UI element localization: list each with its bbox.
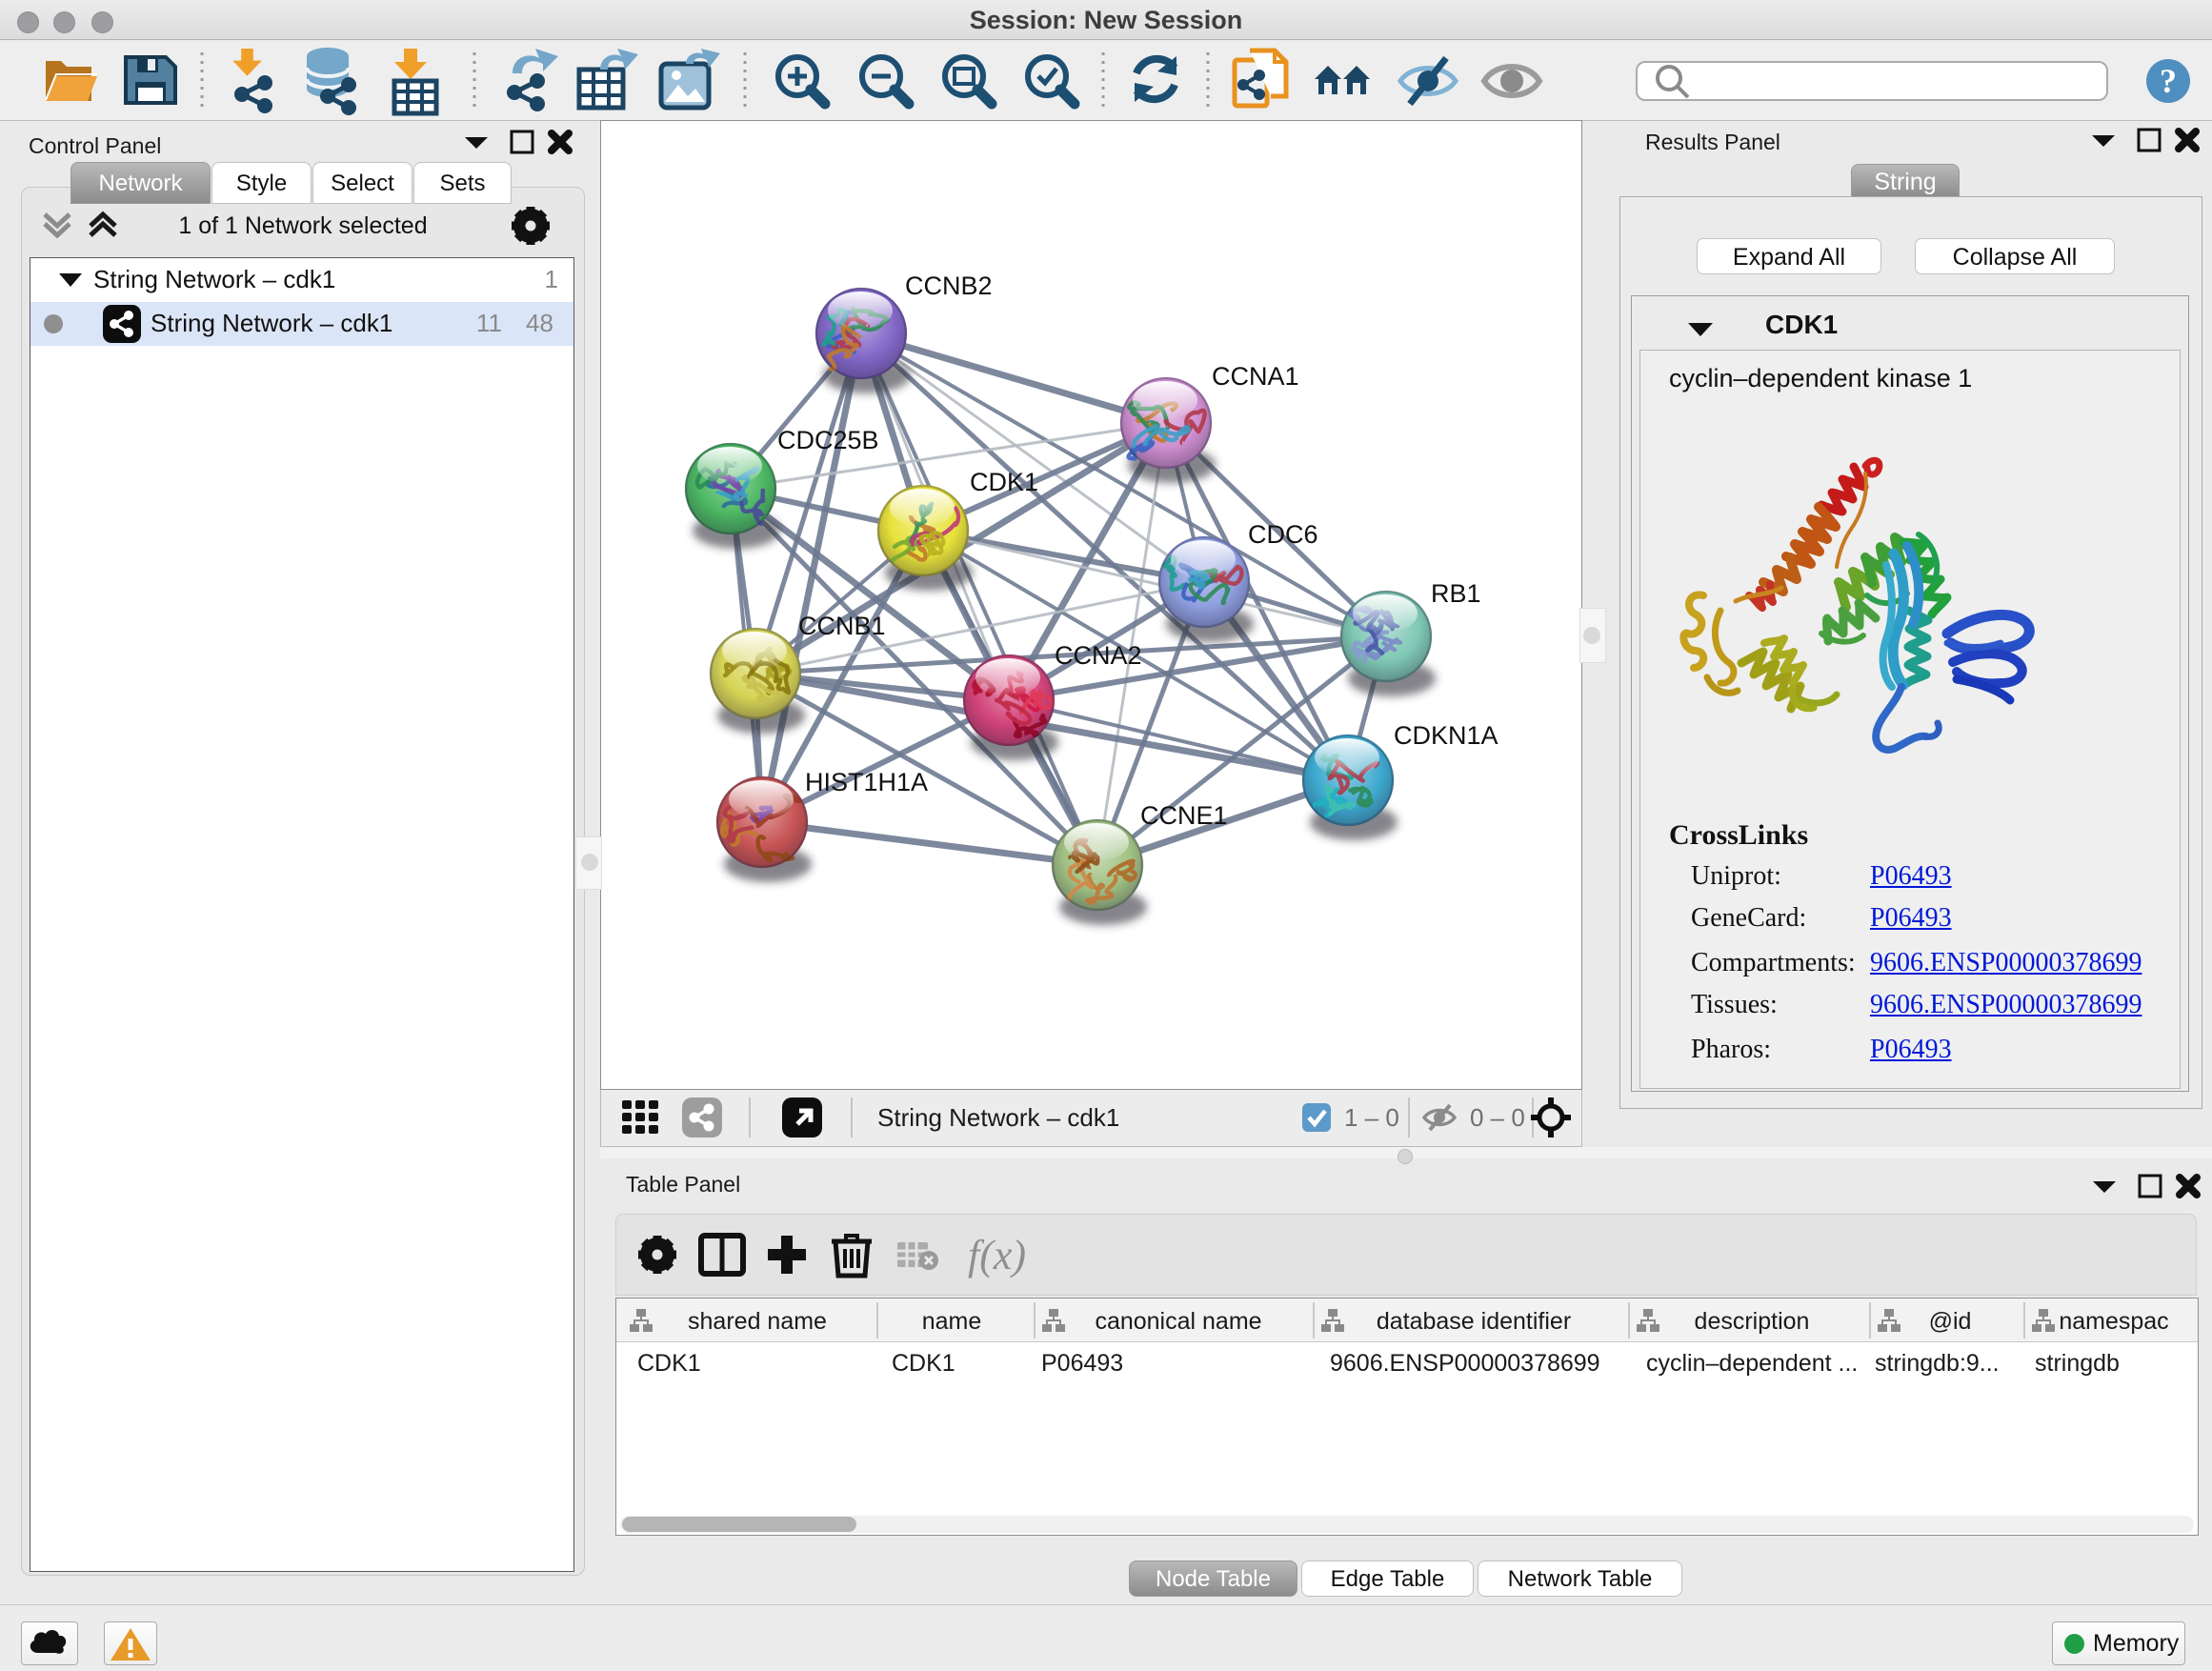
svg-text:CCNA1: CCNA1 bbox=[1212, 362, 1299, 391]
svg-text:CDC6: CDC6 bbox=[1248, 520, 1318, 549]
svg-text:CCNA2: CCNA2 bbox=[1055, 641, 1142, 670]
svg-text:CCNE1: CCNE1 bbox=[1140, 801, 1228, 830]
svg-text:database identifier: database identifier bbox=[1377, 1308, 1571, 1335]
svg-text:shared name: shared name bbox=[688, 1308, 827, 1335]
svg-text:description: description bbox=[1695, 1308, 1810, 1335]
svg-text:@id: @id bbox=[1929, 1308, 1972, 1335]
svg-text:f(x): f(x) bbox=[968, 1232, 1026, 1278]
svg-text:String Network – cdk1: String Network – cdk1 bbox=[877, 1103, 1119, 1132]
svg-text:canonical name: canonical name bbox=[1095, 1308, 1261, 1335]
svg-text:namespac: namespac bbox=[2059, 1308, 2168, 1335]
svg-text:CCNB1: CCNB1 bbox=[798, 612, 886, 640]
svg-text:0 – 0: 0 – 0 bbox=[1470, 1103, 1525, 1132]
svg-text:CDKN1A: CDKN1A bbox=[1394, 721, 1498, 750]
svg-text:?: ? bbox=[2160, 62, 2177, 100]
svg-text:1 – 0: 1 – 0 bbox=[1344, 1103, 1399, 1132]
svg-text:CCNB2: CCNB2 bbox=[905, 272, 993, 300]
svg-text:name: name bbox=[922, 1308, 982, 1335]
svg-text:CDC25B: CDC25B bbox=[777, 426, 879, 454]
svg-text:HIST1H1A: HIST1H1A bbox=[805, 768, 928, 796]
svg-text:RB1: RB1 bbox=[1431, 579, 1481, 608]
svg-text:CDK1: CDK1 bbox=[970, 468, 1038, 496]
